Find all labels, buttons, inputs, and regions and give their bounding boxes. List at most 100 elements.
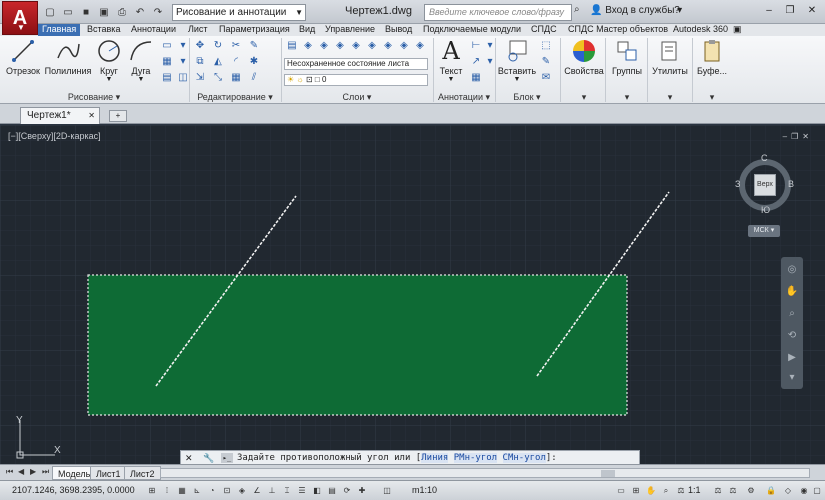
layer-icon[interactable]: ◈	[365, 40, 379, 52]
scrollbar-thumb[interactable]	[601, 470, 615, 477]
tab-view[interactable]: Вид	[299, 24, 315, 36]
hatch-icon[interactable]: ▦	[160, 56, 174, 68]
mirror-icon[interactable]: ◭	[211, 56, 225, 68]
offset-icon[interactable]: ⫽	[247, 72, 261, 84]
chevron-down-icon[interactable]: ▾	[784, 371, 800, 385]
polyline-tool[interactable]: Полилиния	[44, 38, 92, 76]
close-icon[interactable]: ✕	[803, 3, 821, 19]
wcs-menu[interactable]: МСК ▾	[748, 225, 780, 237]
rotate-icon[interactable]: ↻	[211, 40, 225, 52]
layer-icon[interactable]: ◈	[349, 40, 363, 52]
showmotion-icon[interactable]: ▶	[784, 351, 800, 365]
hardware-acceleration-icon[interactable]: ◇	[782, 485, 794, 497]
gradient-icon[interactable]: ▤	[160, 72, 174, 84]
isolate-objects-icon[interactable]: ◉	[798, 485, 810, 497]
search-icon[interactable]: ⌕	[574, 4, 588, 21]
help-icon[interactable]: ?	[668, 3, 686, 19]
restore-icon[interactable]: ❐	[791, 132, 798, 141]
table-icon[interactable]: ▦	[469, 72, 483, 84]
tab-manage[interactable]: Управление	[325, 24, 375, 36]
annotation-visibility-icon[interactable]: ⚖	[712, 485, 724, 497]
tab-parametric[interactable]: Параметризация	[219, 24, 290, 36]
dyn-icon[interactable]: ⌶	[281, 485, 293, 497]
tab-annotate[interactable]: Аннотации	[131, 24, 176, 36]
circle-tool[interactable]: Круг ▼	[96, 38, 122, 83]
selection-cycling-icon[interactable]: ⟳	[341, 485, 353, 497]
wrench-icon[interactable]: 🔧	[203, 451, 214, 464]
application-menu-button[interactable]: A ▼	[2, 1, 38, 35]
pan-icon[interactable]: ✋	[645, 485, 657, 497]
clipboard-tool[interactable]: Буфе...	[695, 38, 729, 76]
ducs-icon[interactable]: ⊥	[266, 485, 278, 497]
create-block-icon[interactable]: ⬚	[539, 40, 553, 52]
compass-east[interactable]: В	[788, 179, 794, 189]
rectangle-icon[interactable]: ▭	[160, 40, 174, 52]
command-prompt-icon[interactable]: ▸_	[221, 453, 233, 463]
annotation-scale[interactable]: 1:1	[688, 485, 701, 495]
attribute-icon[interactable]: ✉	[539, 72, 553, 84]
command-option-cpolygon[interactable]: СМн-угол	[502, 453, 546, 463]
layer-icon[interactable]: ◈	[413, 40, 427, 52]
restore-icon[interactable]: ❐	[781, 3, 799, 19]
polar-icon[interactable]: ◔	[206, 485, 218, 497]
new-file-icon[interactable]: ▢	[42, 4, 58, 20]
insert-block-tool[interactable]: Вставить ▼	[497, 38, 537, 83]
chevron-down-icon[interactable]: ▾	[176, 40, 190, 52]
workspace-switch-icon[interactable]: ⚙	[745, 485, 757, 497]
copy-icon[interactable]: ⧉	[193, 56, 207, 68]
panel-layers-title[interactable]: Слои ▾	[282, 92, 432, 104]
drawing-scale[interactable]: m1:10	[412, 485, 437, 495]
infer-constraints-icon[interactable]: ⊞	[146, 485, 158, 497]
lineweight-icon[interactable]: ☰	[296, 485, 308, 497]
text-tool[interactable]: A Текст ▼	[437, 38, 465, 83]
orbit-icon[interactable]: ⟲	[784, 329, 800, 343]
zoom-icon[interactable]: ⌕	[784, 307, 800, 321]
open-file-icon[interactable]: ▭	[60, 4, 76, 20]
erase-icon[interactable]: ✎	[247, 40, 261, 52]
trim-icon[interactable]: ✂	[229, 40, 243, 52]
grid-icon[interactable]: ▦	[176, 485, 188, 497]
groups-tool[interactable]: Группы	[609, 38, 645, 76]
search-input[interactable]: Введите ключевое слово/фразу	[424, 4, 572, 21]
ribbon-options-icon[interactable]: ▣	[733, 24, 742, 36]
properties-tool[interactable]: Свойства	[564, 38, 604, 76]
quick-properties-icon[interactable]: ▤	[326, 485, 338, 497]
cursor-coordinates[interactable]: 2107.1246, 3698.2395, 0.0000	[12, 485, 135, 495]
auto-scale-icon[interactable]: ⚖	[727, 485, 739, 497]
array-icon[interactable]: ▦	[229, 72, 243, 84]
layer-select[interactable]: ☀ ☼ ⊡ □ 0	[284, 74, 428, 86]
panel-block-title[interactable]: Блок ▾	[496, 92, 558, 104]
minimize-icon[interactable]: –	[760, 3, 778, 19]
drawing-canvas[interactable]: [−][Сверху][2D-каркас] – ❐ ✕ Верх С Ю З …	[0, 125, 825, 464]
document-tab[interactable]: Чертеж1* ✕	[20, 107, 100, 124]
chevron-down-icon[interactable]: ▾	[176, 56, 190, 68]
layer-state-select[interactable]: Несохраненное состояние листа	[284, 58, 428, 70]
lock-icon[interactable]: 🔒	[765, 485, 777, 497]
annotation-monitor-icon[interactable]: ✚	[356, 485, 368, 497]
new-document-button[interactable]: +	[109, 110, 127, 122]
explode-icon[interactable]: ✱	[247, 56, 261, 68]
viewcube[interactable]: Верх С Ю З В	[735, 153, 794, 217]
stretch-icon[interactable]: ⇲	[193, 72, 207, 84]
3d-osnap-icon[interactable]: ◈	[236, 485, 248, 497]
clipboard-expand[interactable]: ▾	[695, 92, 729, 104]
utilities-tool[interactable]: Утилиты	[650, 38, 690, 76]
save-icon[interactable]: ■	[78, 4, 94, 20]
viewcube-face[interactable]: Верх	[754, 174, 776, 196]
pan-icon[interactable]: ✋	[784, 285, 800, 299]
edit-block-icon[interactable]: ✎	[539, 56, 553, 68]
osnap-icon[interactable]: ⊡	[221, 485, 233, 497]
tab-spds-wizard[interactable]: СПДС Мастер объектов	[568, 24, 668, 36]
zoom-icon[interactable]: ⌕	[660, 485, 672, 497]
tab-autodesk360[interactable]: Autodesk 360	[673, 24, 728, 36]
save-as-icon[interactable]: ▣	[96, 4, 112, 20]
workspace-select[interactable]: Рисование и аннотации ▼	[172, 4, 306, 21]
first-layout-icon[interactable]: ⏮	[6, 467, 13, 477]
close-icon[interactable]: ✕	[88, 108, 95, 123]
command-line[interactable]: ✕ 🔧 ▸_ Задайте противоположный угол или …	[180, 450, 640, 464]
tab-sheet2[interactable]: Лист2	[124, 466, 161, 480]
ortho-icon[interactable]: ⊾	[191, 485, 203, 497]
properties-expand[interactable]: ▾	[564, 92, 604, 104]
command-option-wpolygon[interactable]: РМн-угол	[453, 453, 498, 463]
otrack-icon[interactable]: ∠	[251, 485, 263, 497]
